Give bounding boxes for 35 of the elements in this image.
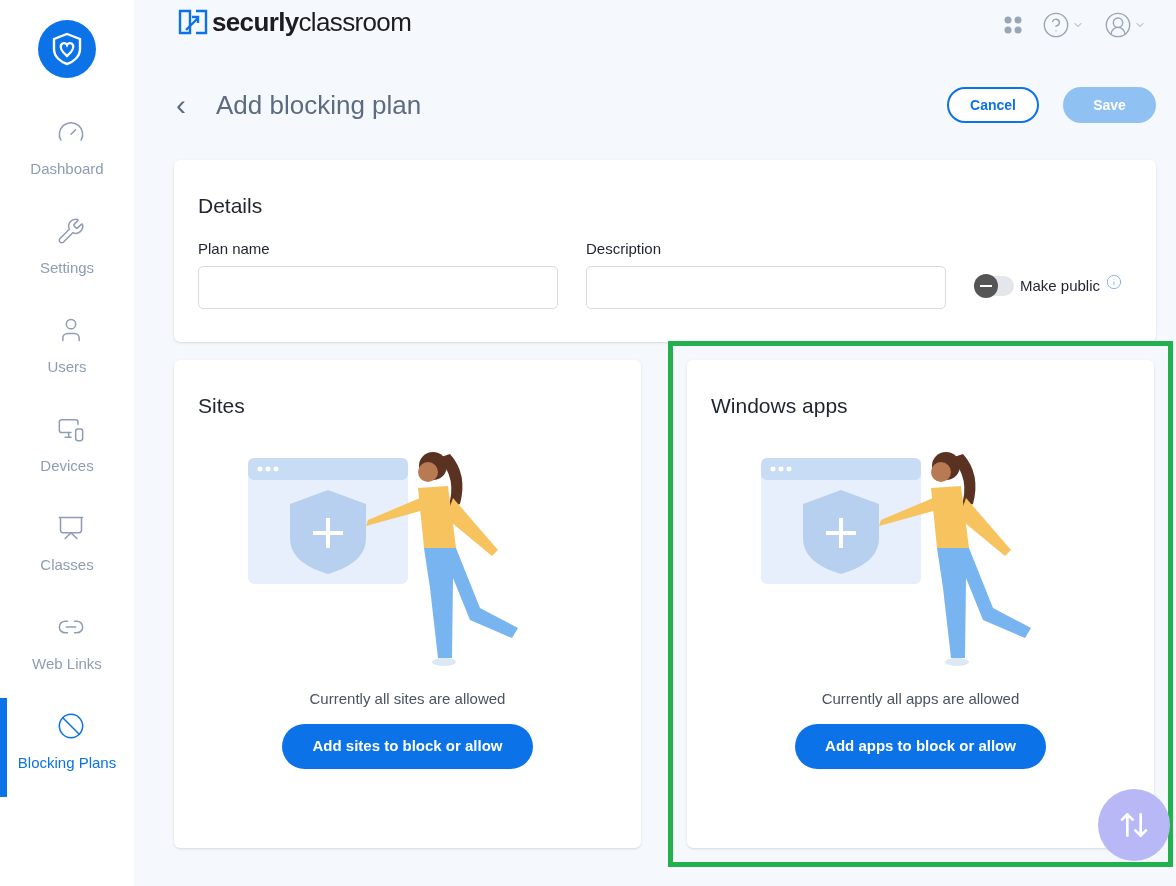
brand-name: securlyclassroom xyxy=(212,5,412,39)
empty-message: Currently all sites are allowed xyxy=(308,688,507,709)
plan-name-field[interactable] xyxy=(198,266,558,309)
card-title: Sites xyxy=(198,393,246,419)
apps-grid-icon[interactable] xyxy=(1004,16,1022,34)
account-menu[interactable] xyxy=(1104,11,1146,39)
presentation-icon xyxy=(56,514,85,542)
sidebar-item[interactable]: Web Links xyxy=(0,599,134,698)
sidebar-item[interactable]: Blocking Plans xyxy=(0,698,134,797)
sidebar-item[interactable]: Users xyxy=(0,302,134,401)
make-public-label: Make public xyxy=(1020,275,1101,296)
field-label: Plan name xyxy=(198,238,271,259)
book-logo-icon xyxy=(178,8,208,36)
sidebar-item[interactable]: Classes xyxy=(0,500,134,599)
user-avatar-icon xyxy=(1104,11,1132,39)
back-button[interactable]: ‹ xyxy=(176,90,186,120)
description-field[interactable] xyxy=(586,266,946,309)
info-icon[interactable] xyxy=(1106,273,1123,290)
sidebar-item[interactable]: Dashboard xyxy=(0,104,134,203)
make-public-toggle[interactable] xyxy=(974,275,1014,296)
card-title: Windows apps xyxy=(711,393,849,419)
details-title: Details xyxy=(198,193,264,219)
block-icon xyxy=(56,712,85,740)
help-menu[interactable] xyxy=(1042,11,1084,39)
sidebar-item[interactable]: Devices xyxy=(0,401,134,500)
page-title: Add blocking plan xyxy=(216,88,422,122)
add-rules-button[interactable]: Add apps to block or allow xyxy=(795,724,1046,769)
tools-icon xyxy=(56,217,85,245)
shield-heart-logo-icon xyxy=(38,20,96,78)
add-rules-button[interactable]: Add sites to block or allow xyxy=(282,724,533,769)
sidebar-item[interactable]: Settings xyxy=(0,203,134,302)
field-label: Description xyxy=(586,238,663,259)
cancel-button[interactable]: Cancel xyxy=(947,87,1039,123)
empty-message: Currently all apps are allowed xyxy=(820,688,1021,709)
help-icon xyxy=(1042,11,1070,39)
